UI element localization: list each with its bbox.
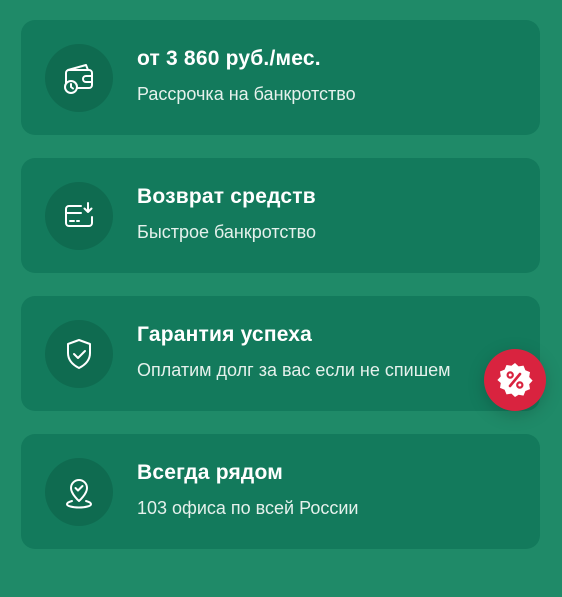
- feature-title: Возврат средств: [137, 185, 316, 208]
- feature-card-offices: Всегда рядом 103 офиса по всей России: [21, 434, 540, 549]
- feature-subtitle: Быстрое банкротство: [137, 222, 317, 242]
- location-pin-icon: [45, 458, 113, 526]
- feature-card-guarantee: Гарантия успеха Оплатим долг за вас если…: [21, 296, 540, 411]
- feature-title: Всегда рядом: [137, 461, 283, 484]
- feature-title: от 3 860 руб./мес.: [137, 47, 321, 70]
- card-download-icon: [45, 182, 113, 250]
- promo-discount-button[interactable]: [483, 348, 547, 412]
- feature-subtitle: Рассрочка на банкротство: [137, 84, 356, 104]
- features-list: от 3 860 руб./мес. Рассрочка на банкротс…: [21, 20, 540, 572]
- feature-subtitle: 103 офиса по всей России: [137, 498, 359, 518]
- shield-check-icon: [45, 320, 113, 388]
- feature-card-installment: от 3 860 руб./мес. Рассрочка на банкротс…: [21, 20, 540, 135]
- feature-subtitle: Оплатим долг за вас если не спишем: [137, 360, 451, 380]
- feature-title: Гарантия успеха: [137, 323, 313, 346]
- feature-card-refund: Возврат средств Быстрое банкротство: [21, 158, 540, 273]
- wallet-clock-icon: [45, 44, 113, 112]
- percent-badge-icon: [484, 349, 546, 411]
